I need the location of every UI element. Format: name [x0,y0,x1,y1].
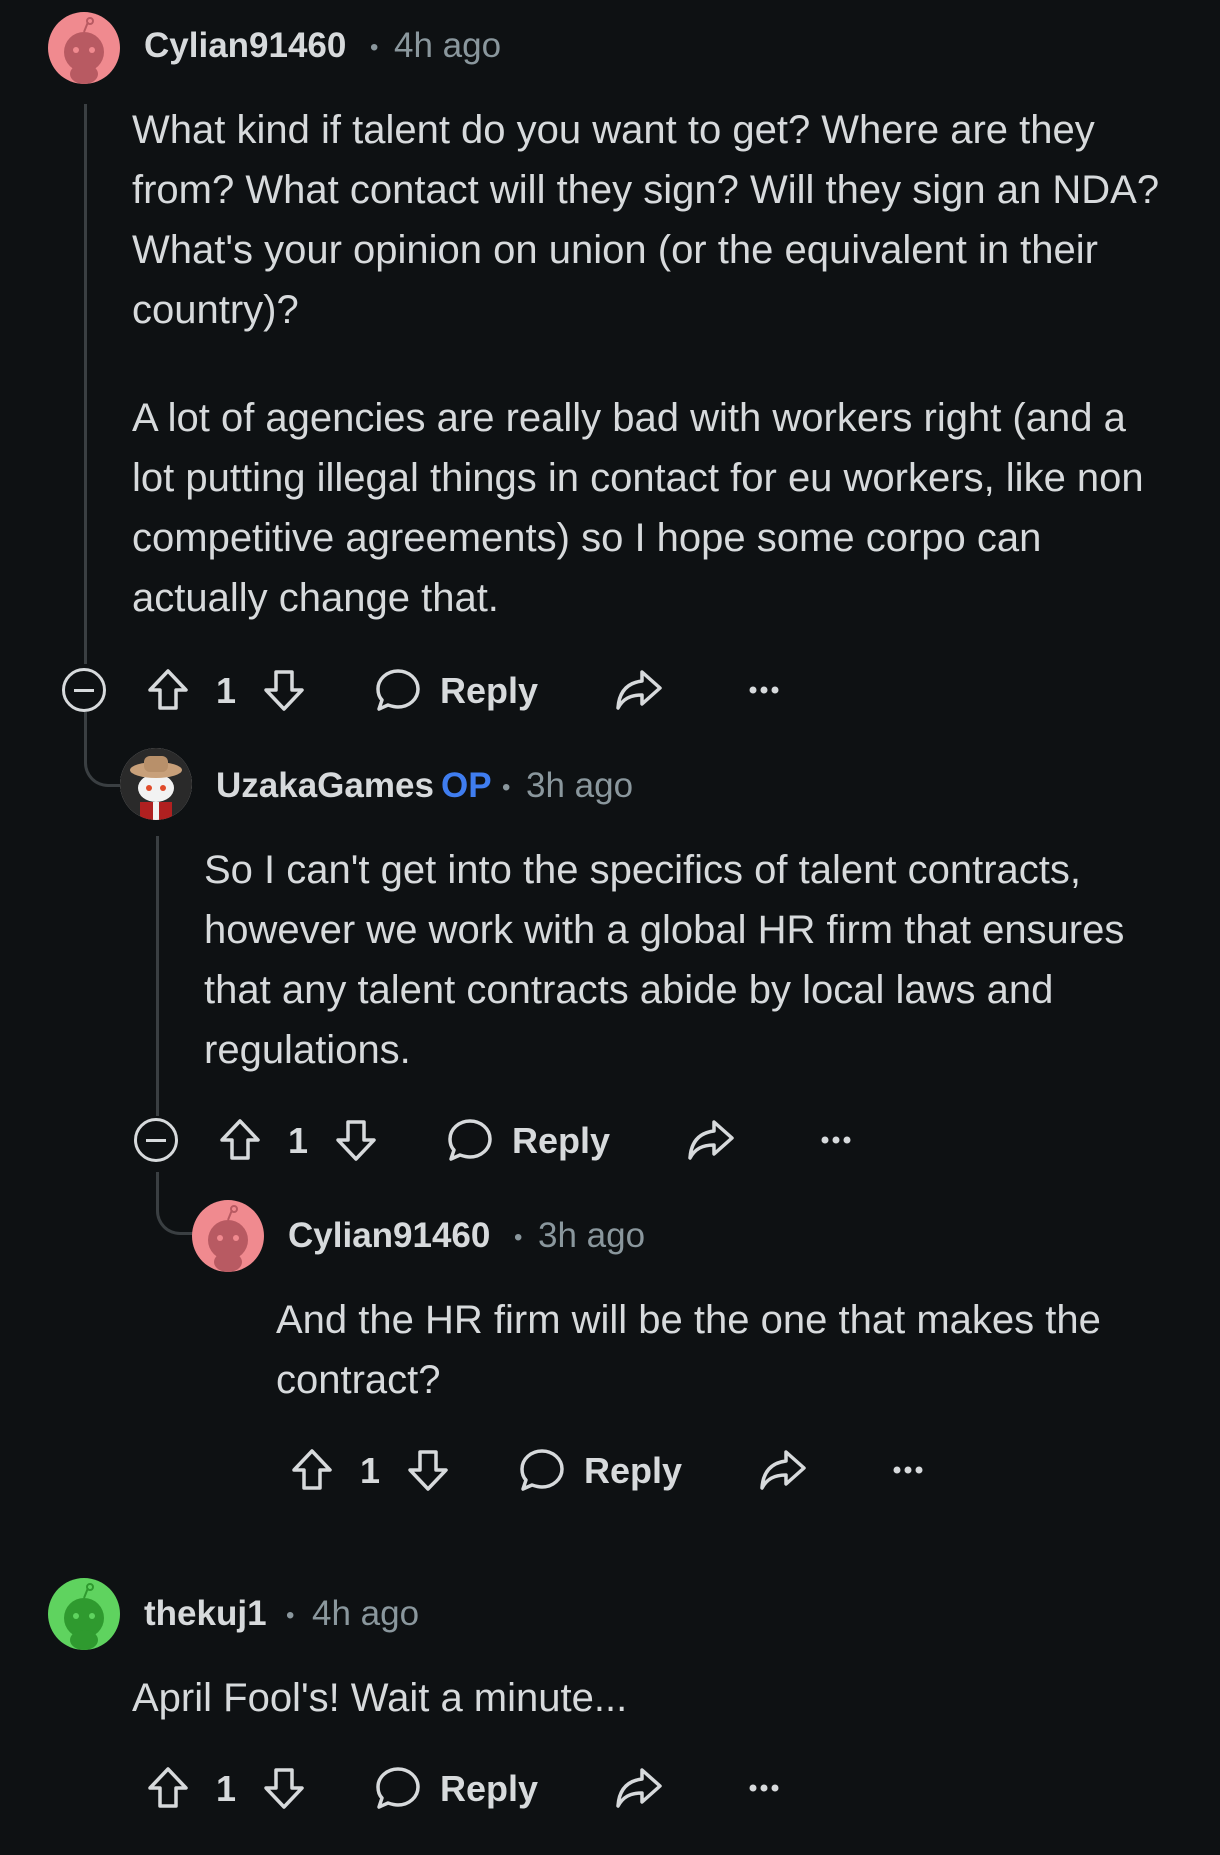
thread-line [84,712,87,732]
comment-paragraph: April Fool's! Wait a minute... [132,1676,628,1720]
comment-body: April Fool's! Wait a minute... [132,1668,1172,1728]
snoo-avatar-icon [64,17,104,84]
comment-username[interactable]: Cylian91460 [144,26,346,66]
speech-bubble-icon [376,1767,420,1809]
comment-body: What kind if talent do you want to get? … [132,100,1172,628]
arrow-down-icon[interactable] [332,1116,380,1164]
arrow-up-icon[interactable] [216,1116,264,1164]
arrow-up-icon[interactable] [288,1446,336,1494]
comment-body: And the HR firm will be the one that mak… [276,1290,1176,1410]
avatar[interactable] [120,748,192,820]
collapse-icon[interactable] [62,668,106,712]
reply-label: Reply [440,1768,539,1809]
vote-count: 1 [216,1768,237,1809]
comment-username[interactable]: UzakaGames [216,766,434,806]
comment-paragraph: What kind if talent do you want to get? … [132,108,1160,332]
arrow-up-icon[interactable] [144,1764,192,1812]
comment-username[interactable]: Cylian91460 [288,1216,490,1256]
meta-separator: • [370,34,379,61]
arrow-down-icon[interactable] [260,1764,308,1812]
comment-paragraph: A lot of agencies are really bad with wo… [132,396,1144,620]
avatar[interactable] [48,12,120,84]
thread-line [156,836,159,1116]
reply-button[interactable]: Reply [446,1114,616,1166]
collapse-icon[interactable] [134,1118,178,1162]
comment-time: 3h ago [538,1216,646,1255]
arrow-up-icon[interactable] [144,666,192,714]
arrow-down-icon[interactable] [260,666,308,714]
snoo-avatar-icon [208,1205,248,1272]
comment-paragraph: So I can't get into the specifics of tal… [204,848,1125,1072]
comment-username[interactable]: thekuj1 [144,1594,267,1634]
reply-button[interactable]: Reply [374,664,544,716]
vote-count: 1 [216,670,237,711]
reply-label: Reply [440,670,539,711]
more-dots-icon[interactable] [820,1130,852,1150]
comment-time: 4h ago [312,1594,420,1633]
comment-paragraph: And the HR firm will be the one that mak… [276,1298,1101,1402]
avatar[interactable] [48,1578,120,1650]
more-dots-icon[interactable] [748,1778,780,1798]
share-icon[interactable] [614,666,664,714]
reply-label: Reply [584,1450,683,1491]
speech-bubble-icon [520,1449,564,1491]
share-icon[interactable] [614,1764,664,1812]
comment-time: 3h ago [526,766,634,805]
avatar[interactable] [192,1200,264,1272]
reply-button[interactable]: Reply [518,1444,688,1496]
more-dots-icon[interactable] [748,680,780,700]
snoo-avatar-icon [64,1583,104,1650]
speech-bubble-icon [448,1119,492,1161]
arrow-down-icon[interactable] [404,1446,452,1494]
comment-body: So I can't get into the specifics of tal… [204,840,1164,1080]
speech-bubble-icon [376,669,420,711]
more-dots-icon[interactable] [892,1460,924,1480]
vote-count: 1 [288,1120,309,1161]
comment-time: 4h ago [394,26,502,65]
share-icon[interactable] [758,1446,808,1494]
reply-button[interactable]: Reply [374,1762,544,1814]
thread-line [84,104,87,664]
op-badge: OP [441,766,492,805]
meta-separator: • [514,1224,523,1251]
meta-separator: • [502,774,511,801]
reply-label: Reply [512,1120,611,1161]
snoo-cowboy-avatar-icon [120,748,192,820]
vote-count: 1 [360,1450,381,1491]
share-icon[interactable] [686,1116,736,1164]
meta-separator: • [286,1602,295,1629]
